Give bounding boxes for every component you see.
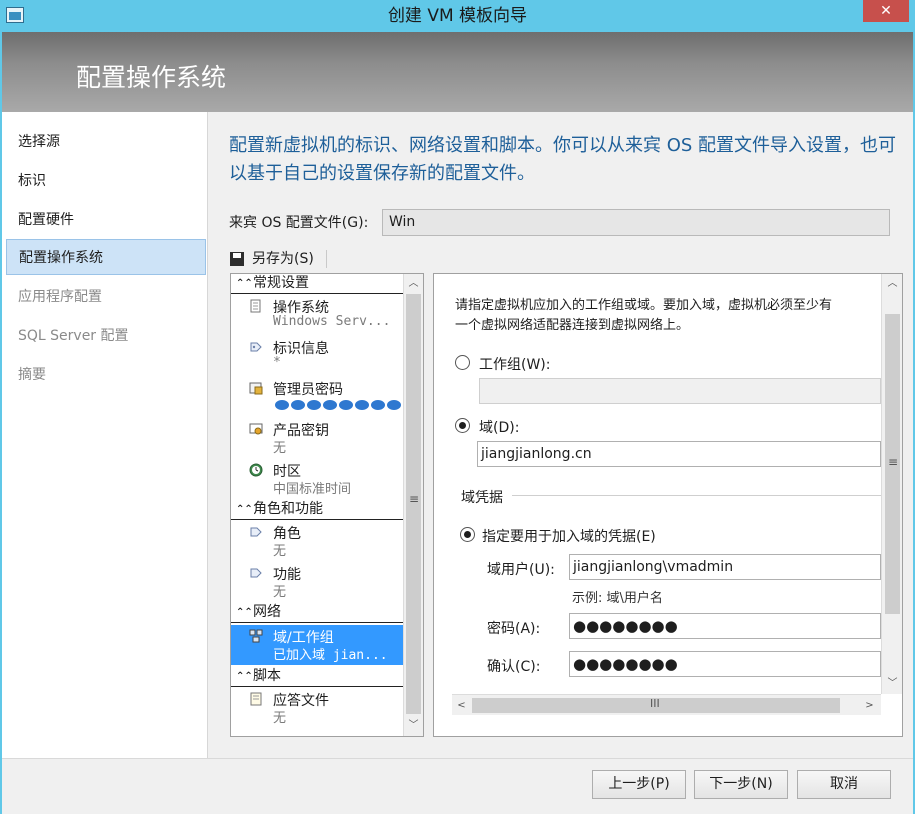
- details-horizontal-scrollbar[interactable]: < III >: [452, 694, 881, 715]
- collapse-chevron-icon: ⌃⌃: [236, 607, 253, 618]
- tree-item-product-key[interactable]: 产品密钥 无: [231, 418, 404, 458]
- scroll-down-icon[interactable]: ﹀: [404, 716, 423, 735]
- description-line: 一个虚拟网络适配器连接到虚拟网络上。: [455, 318, 690, 333]
- tree-item-value: 已加入域 jian...: [273, 648, 388, 663]
- nav-item-identity[interactable]: 标识: [6, 163, 206, 199]
- password-label: 密码(A):: [487, 621, 541, 637]
- domain-input[interactable]: jiangjianlong.cn: [477, 441, 881, 467]
- tree-group-label: 角色和功能: [253, 501, 323, 517]
- tree-item-os[interactable]: 操作系统 Windows Serv...: [231, 295, 404, 335]
- tree-group-label: 常规设置: [253, 275, 309, 291]
- specify-credentials-label: 指定要用于加入域的凭据(E): [482, 529, 656, 545]
- wizard-steps-nav: 选择源 标识 配置硬件 配置操作系统 应用程序配置 SQL Server 配置 …: [2, 112, 208, 758]
- tree-group-network[interactable]: ⌃⌃ 网络: [231, 603, 404, 623]
- confirm-password-input[interactable]: ●●●●●●●●: [569, 651, 881, 677]
- grip-icon: III: [650, 697, 660, 710]
- page-title: 配置操作系统: [76, 63, 227, 92]
- tree-group-roles-features[interactable]: ⌃⌃ 角色和功能: [231, 500, 404, 520]
- tree-group-scripts[interactable]: ⌃⌃ 脚本: [231, 667, 404, 687]
- network-icon: [249, 629, 263, 643]
- tree-item-features[interactable]: 功能 无: [231, 562, 404, 602]
- close-button[interactable]: ✕: [863, 0, 909, 22]
- workgroup-input[interactable]: [479, 378, 881, 404]
- password-input[interactable]: ●●●●●●●●: [569, 613, 881, 639]
- tree-item-timezone[interactable]: 时区 中国标准时间: [231, 459, 404, 499]
- tree-item-value: 无: [273, 544, 287, 559]
- tree-item-answer-file[interactable]: 应答文件 无: [231, 688, 404, 728]
- tree-item-value: 无: [273, 711, 287, 726]
- product-key-icon: [249, 423, 263, 435]
- grip-icon: ≡: [888, 455, 899, 469]
- collapse-chevron-icon: ⌃⌃: [236, 504, 253, 515]
- confirm-password-label: 确认(C):: [487, 659, 541, 675]
- domain-radio[interactable]: [455, 418, 470, 433]
- tree-item-value: Windows Serv...: [273, 314, 391, 329]
- answer-file-icon: [250, 692, 262, 706]
- tree-item-value: 无: [273, 441, 287, 456]
- grip-icon: ≡: [409, 492, 420, 506]
- workgroup-radio[interactable]: [455, 355, 470, 370]
- workgroup-label: 工作组(W):: [479, 357, 551, 373]
- window-title: 创建 VM 模板向导: [387, 6, 528, 26]
- tree-item-roles[interactable]: 角色 无: [231, 521, 404, 561]
- domain-user-hint: 示例: 域\用户名: [572, 591, 663, 606]
- floppy-disk-icon: [230, 252, 244, 266]
- tree-item-admin-password[interactable]: 管理员密码: [231, 377, 404, 417]
- domain-description: 请指定虚拟机应加入的工作组或域。要加入域，虚拟机必须至少有 一个虚拟网络适配器连…: [455, 296, 883, 336]
- scroll-left-icon[interactable]: <: [452, 696, 471, 715]
- collapse-chevron-icon: ⌃⌃: [236, 671, 253, 682]
- description-line: 请指定虚拟机应加入的工作组或域。要加入域，虚拟机必须至少有: [455, 298, 833, 313]
- previous-button[interactable]: 上一步(P): [592, 770, 686, 799]
- tree-group-label: 网络: [253, 604, 281, 620]
- tree-group-general[interactable]: ⌃⌃ 常规设置: [231, 274, 404, 294]
- scroll-down-icon[interactable]: ﹀: [883, 674, 902, 693]
- tree-item-domain-workgroup[interactable]: 域/工作组 已加入域 jian...: [231, 625, 404, 665]
- scroll-up-icon[interactable]: ︿: [883, 274, 902, 293]
- guest-os-profile-label: 来宾 OS 配置文件(G):: [229, 215, 369, 231]
- nav-item-sql-config: SQL Server 配置: [18, 328, 129, 344]
- domain-user-input[interactable]: jiangjianlong\vmadmin: [569, 554, 881, 580]
- save-as-button[interactable]: 另存为(S): [230, 249, 314, 269]
- tree-group-label: 脚本: [253, 668, 281, 684]
- domain-label: 域(D):: [479, 420, 520, 436]
- clock-icon: [249, 463, 263, 477]
- nav-item-hardware[interactable]: 配置硬件: [6, 202, 206, 238]
- tree-item-identity[interactable]: 标识信息 *: [231, 336, 404, 376]
- tree-item-name: 标识信息: [273, 341, 329, 357]
- next-button[interactable]: 下一步(N): [694, 770, 788, 799]
- tree-item-value: 中国标准时间: [273, 482, 352, 497]
- feature-icon: [250, 568, 262, 578]
- role-icon: [250, 527, 262, 537]
- specify-credentials-radio[interactable]: [460, 527, 475, 542]
- toolbar-separator: [326, 250, 327, 268]
- scroll-up-icon[interactable]: ︿: [404, 274, 423, 293]
- scroll-right-icon[interactable]: >: [860, 696, 879, 715]
- nav-item-select-source[interactable]: 选择源: [6, 124, 206, 160]
- domain-credentials-heading: 域凭据: [461, 490, 503, 506]
- footer-divider: [2, 758, 913, 759]
- nav-item-os-config[interactable]: 配置操作系统: [6, 239, 206, 275]
- tree-item-value: 无: [273, 585, 287, 600]
- os-icon: [250, 299, 261, 313]
- password-mask: [275, 400, 401, 412]
- nav-item-app-config: 应用程序配置: [18, 289, 102, 305]
- collapse-chevron-icon: ⌃⌃: [236, 278, 253, 289]
- tree-scrollbar[interactable]: ︿ ≡ ﹀: [403, 274, 423, 736]
- guest-os-profile-field[interactable]: Win: [382, 209, 890, 236]
- cancel-button[interactable]: 取消: [797, 770, 891, 799]
- domain-user-label: 域用户(U):: [487, 562, 555, 578]
- section-divider: [512, 495, 882, 496]
- id-tag-icon: [250, 342, 262, 352]
- details-vertical-scrollbar[interactable]: ︿ ≡ ﹀: [881, 274, 902, 694]
- settings-tree: ⌃⌃ 常规设置 操作系统 Windows Serv... 标识信息 * 管理员密…: [230, 273, 424, 737]
- intro-text: 配置新虚拟机的标识、网络设置和脚本。你可以从来宾 OS 配置文件导入设置，也可以…: [229, 135, 897, 184]
- tree-item-value: *: [273, 355, 281, 370]
- save-as-label: 另存为(S): [252, 251, 314, 267]
- admin-password-icon: [249, 382, 263, 395]
- tree-item-name: 管理员密码: [273, 382, 343, 398]
- nav-item-summary: 摘要: [18, 367, 46, 383]
